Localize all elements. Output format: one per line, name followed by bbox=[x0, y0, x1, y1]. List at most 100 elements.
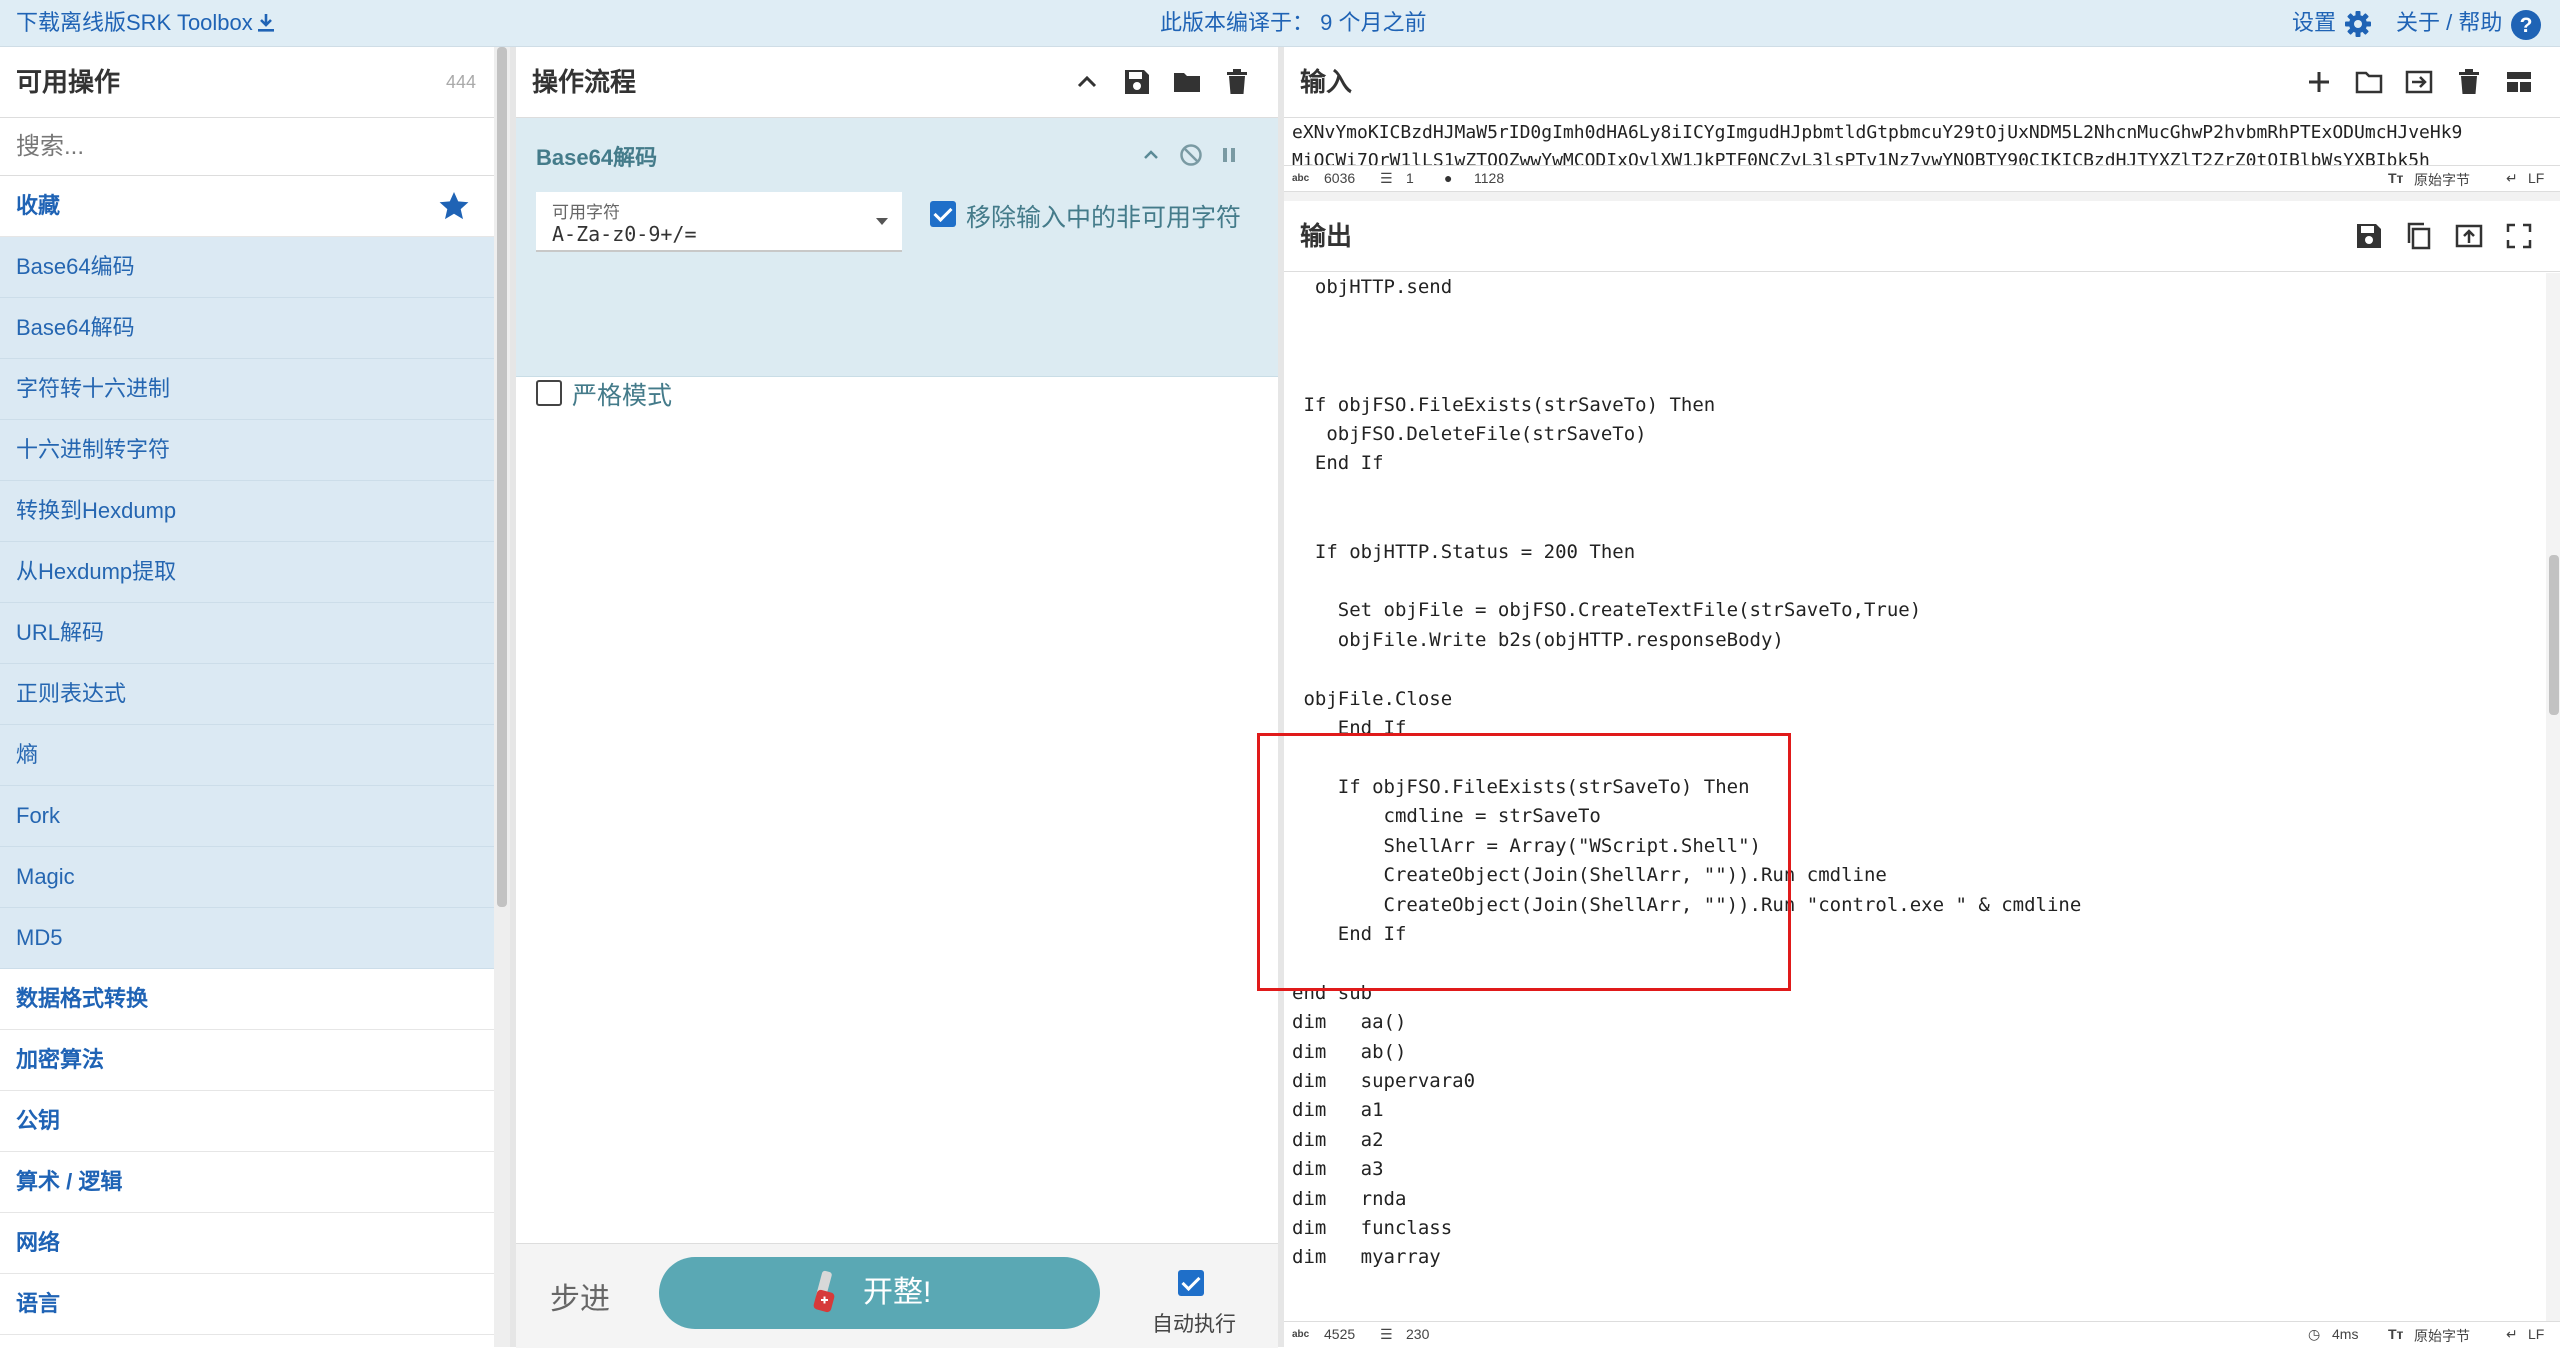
bake-button[interactable]: 开整! bbox=[659, 1257, 1100, 1329]
operation-url-decode[interactable]: URL解码 bbox=[0, 603, 494, 664]
category-encryption[interactable]: 加密算法 bbox=[0, 1030, 494, 1091]
category-networking[interactable]: 网络 bbox=[0, 1213, 494, 1274]
category-language[interactable]: 语言 bbox=[0, 1274, 494, 1335]
star-icon[interactable] bbox=[438, 190, 470, 222]
font-size-icon[interactable]: Tт bbox=[2388, 1326, 2403, 1342]
operation-to-hexdump[interactable]: 转换到Hexdump bbox=[0, 481, 494, 542]
return-icon[interactable]: ↵ bbox=[2506, 170, 2518, 187]
disable-icon[interactable] bbox=[1178, 142, 1204, 168]
operation-from-hexdump[interactable]: 从Hexdump提取 bbox=[0, 542, 494, 603]
search-input[interactable] bbox=[0, 118, 494, 176]
help-icon[interactable]: ? bbox=[2510, 9, 2542, 41]
font-size-icon[interactable]: Tт bbox=[2388, 170, 2403, 186]
input-textarea[interactable]: eXNvYmoKICBzdHJMaW5rID0gImh0dHA6Ly8iICYg… bbox=[1292, 119, 2552, 165]
operation-card-base64-decode[interactable]: Base64解码 可用字符 A-Za-z0-9+/= 移除输入中的非可用字符 严… bbox=[516, 118, 1278, 410]
input-raw-bytes[interactable]: 原始字节 bbox=[2414, 170, 2470, 190]
dropdown-caret-icon[interactable] bbox=[876, 218, 888, 225]
autobake-checkbox[interactable] bbox=[1178, 1270, 1204, 1296]
recipe-title: 操作流程 bbox=[532, 67, 637, 97]
operation-base64-decode[interactable]: Base64解码 bbox=[0, 298, 494, 359]
load-file-icon[interactable] bbox=[2404, 67, 2434, 97]
layout-icon[interactable] bbox=[2504, 67, 2534, 97]
output-line: End If bbox=[1292, 452, 1384, 475]
pause-icon[interactable] bbox=[1216, 142, 1242, 168]
category-arithmetic-logic[interactable]: 算术 / 逻辑 bbox=[0, 1152, 494, 1213]
alphabet-select[interactable]: 可用字符 A-Za-z0-9+/= bbox=[536, 192, 902, 252]
gear-icon[interactable] bbox=[2343, 9, 2373, 39]
chevron-up-icon[interactable] bbox=[1072, 67, 1102, 97]
bake-label: 开整! bbox=[863, 1276, 932, 1309]
recipe-pane: 操作流程 Base64解码 可用字符 A-Za-z0-9+/= 移除输入中的非可… bbox=[516, 47, 1278, 1348]
output-raw-bytes[interactable]: 原始字节 bbox=[2414, 1326, 2470, 1346]
operation-base64-encode[interactable]: Base64编码 bbox=[0, 237, 494, 298]
input-eol[interactable]: LF bbox=[2528, 170, 2544, 186]
lines-icon: ☰ bbox=[1380, 170, 1393, 186]
output-line: dim funclass bbox=[1292, 1217, 1453, 1239]
operation-from-hex[interactable]: 十六进制转字符 bbox=[0, 420, 494, 481]
scrollbar-thumb[interactable] bbox=[497, 47, 507, 907]
input-title: 输入 bbox=[1300, 67, 1353, 97]
return-icon[interactable]: ↵ bbox=[2506, 1326, 2518, 1343]
settings-link[interactable]: 设置 bbox=[2292, 0, 2336, 46]
strict-mode-checkbox[interactable] bbox=[536, 380, 562, 406]
output-line: dim aa() bbox=[1292, 1011, 1407, 1034]
trash-icon[interactable] bbox=[1222, 67, 1252, 97]
copy-icon[interactable] bbox=[2404, 221, 2434, 251]
output-line: dim a2 bbox=[1292, 1128, 1384, 1151]
add-icon[interactable] bbox=[2304, 67, 2334, 97]
about-help-link[interactable]: 关于 / 帮助 bbox=[2396, 0, 2502, 46]
strict-mode-label[interactable]: 严格模式 bbox=[572, 376, 672, 412]
save-icon[interactable] bbox=[2354, 221, 2384, 251]
replace-input-icon[interactable] bbox=[2454, 221, 2484, 251]
operation-md5[interactable]: MD5 bbox=[0, 908, 494, 969]
length-icon: abc bbox=[1292, 1329, 1310, 1340]
category-label: 收藏 bbox=[16, 193, 61, 218]
operation-entropy[interactable]: 熵 bbox=[0, 725, 494, 786]
chef-icon bbox=[813, 1270, 835, 1313]
output-scrollbar[interactable] bbox=[2546, 273, 2560, 1345]
folder-icon[interactable] bbox=[1172, 67, 1202, 97]
operations-scrollbar[interactable] bbox=[494, 47, 510, 1347]
remove-nonalphabet-label[interactable]: 移除输入中的非可用字符 bbox=[966, 198, 1241, 234]
operation-fork[interactable]: Fork bbox=[0, 786, 494, 847]
output-line: dim supervara0 bbox=[1292, 1069, 1476, 1092]
alphabet-value: A-Za-z0-9+/= bbox=[552, 222, 697, 246]
operations-count: 444 bbox=[445, 72, 476, 92]
remove-nonalphabet-checkbox[interactable] bbox=[930, 201, 956, 227]
operations-pane: 可用操作 444 收藏 Base64编码 Base64解码 字符转十六进制 十六… bbox=[0, 47, 494, 1347]
trash-icon[interactable] bbox=[2454, 67, 2484, 97]
red-highlight-box bbox=[1257, 733, 1791, 991]
operation-regex[interactable]: 正则表达式 bbox=[0, 664, 494, 725]
top-banner: 下载离线版SRK Toolbox 此版本编译于： 9 个月之前 设置 关于 / … bbox=[0, 0, 2560, 47]
alphabet-label: 可用字符 bbox=[552, 203, 620, 222]
category-public-key[interactable]: 公钥 bbox=[0, 1091, 494, 1152]
output-line: If objFSO.FileExists(strSaveTo) Then bbox=[1292, 393, 1716, 416]
compiled-notice[interactable]: 此版本编译于： 9 个月之前 bbox=[1160, 0, 1426, 46]
download-offline-link[interactable]: 下载离线版SRK Toolbox bbox=[16, 0, 253, 46]
category-favourites[interactable]: 收藏 bbox=[0, 176, 494, 237]
output-title: 输出 bbox=[1300, 221, 1353, 251]
folder-open-icon[interactable] bbox=[2354, 67, 2384, 97]
scrollbar-thumb[interactable] bbox=[2549, 555, 2559, 715]
output-line: dim ab() bbox=[1292, 1040, 1407, 1063]
maximize-icon[interactable] bbox=[2504, 221, 2534, 251]
autobake-label[interactable]: 自动执行 bbox=[1152, 1308, 1236, 1338]
download-icon[interactable] bbox=[254, 11, 278, 35]
operation-magic[interactable]: Magic bbox=[0, 847, 494, 908]
operation-to-hex[interactable]: 字符转十六进制 bbox=[0, 359, 494, 420]
output-line: objFSO.DeleteFile(strSaveTo) bbox=[1292, 423, 1647, 446]
step-button[interactable]: 步进 bbox=[550, 1274, 610, 1318]
output-length: 4525 bbox=[1324, 1326, 1356, 1342]
output-eol[interactable]: LF bbox=[2528, 1326, 2544, 1342]
chevron-up-icon[interactable] bbox=[1138, 142, 1164, 168]
output-header: 输出 bbox=[1284, 201, 2560, 272]
input-header: 输入 bbox=[1284, 47, 2560, 118]
output-line: If objHTTP.Status = 200 Then bbox=[1292, 540, 1636, 563]
category-data-format[interactable]: 数据格式转换 bbox=[0, 969, 494, 1030]
save-icon[interactable] bbox=[1122, 67, 1152, 97]
output-lines: 230 bbox=[1406, 1326, 1430, 1342]
